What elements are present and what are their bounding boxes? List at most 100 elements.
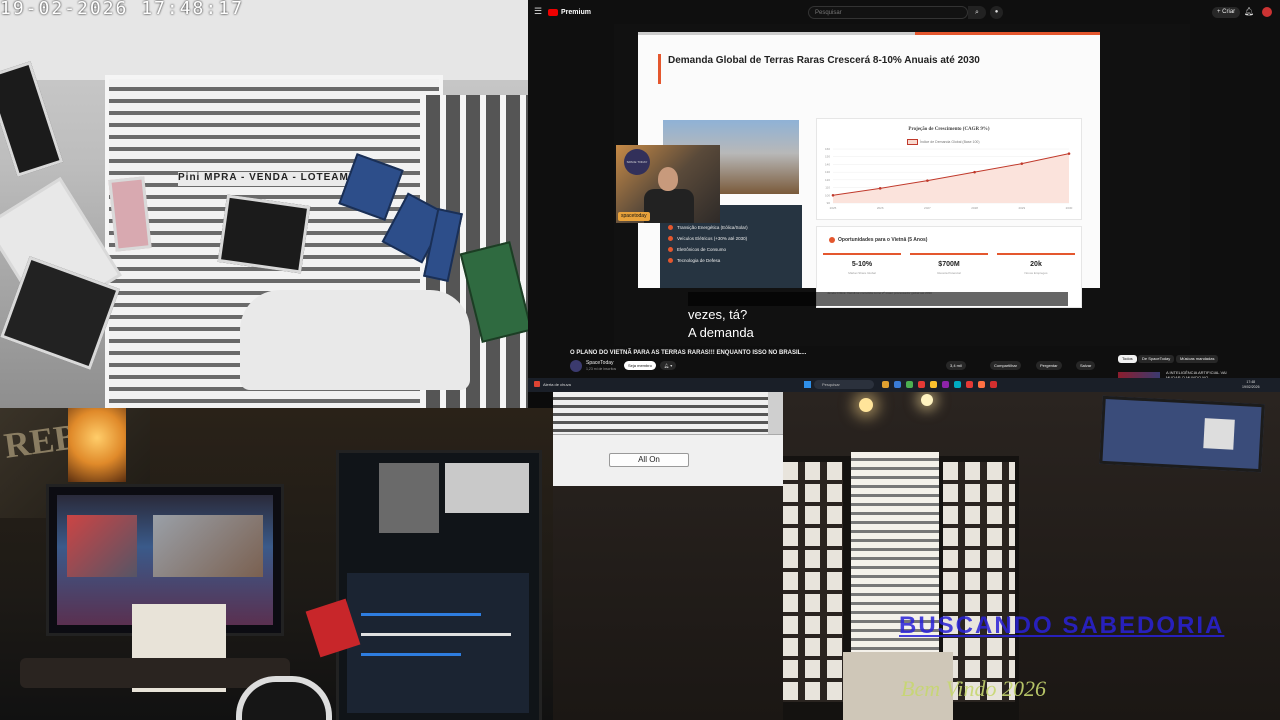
video-title: O PLANO DO VIETNÃ PARA AS TERRAS RARAS!!… [570, 350, 807, 356]
taskbar-app-icon[interactable] [942, 381, 949, 388]
data-point [1020, 162, 1024, 165]
channel-name[interactable]: SpaceToday [586, 360, 614, 366]
driver-text: Veículos Elétricos (+30% até 2030) [677, 236, 748, 241]
subtitles: vezes, tá? A demanda [688, 292, 1068, 342]
list-item: Eletrônicos de Consumo [668, 247, 748, 252]
stat-card: 20k Novos Empregos [997, 253, 1075, 279]
taskbar-app-icon[interactable] [990, 381, 997, 388]
slide-title: Demanda Global de Terras Raras Crescerá … [668, 55, 980, 66]
driver-text: Eletrônicos de Consumo [677, 247, 727, 252]
opportunities-title: Oportunidades para o Vietnã (5 Anos) [829, 237, 927, 243]
taskbar-app-icon[interactable] [918, 381, 925, 388]
ceiling-light [921, 394, 933, 406]
y-tick-label: 150 [825, 155, 830, 159]
bullet-icon [668, 225, 673, 230]
data-point [831, 193, 835, 197]
taskbar-search[interactable]: Pesquisar [814, 380, 874, 389]
windows-start-icon[interactable] [804, 381, 811, 388]
lamp [68, 408, 126, 482]
taskbar-app-icon[interactable] [906, 381, 913, 388]
greeting-text: Bem Vindo 2026 [901, 676, 1047, 701]
stat-label: Novos Empregos [1024, 271, 1048, 275]
weather-text: Alerta de chuva [543, 381, 571, 387]
data-point [973, 170, 976, 174]
camera-feed-gate: Pini MPRA - VENDA - LOTEAME 19-02-2026 1… [0, 0, 528, 408]
drivers-list: Transição Energética (Eólica/Solar) Veíc… [668, 225, 748, 269]
save-button[interactable]: Salvar [1076, 361, 1096, 370]
x-tick-label: 2026 [877, 206, 884, 210]
share-button[interactable]: Compartilhar [990, 361, 1021, 370]
x-tick-label: 2025 [830, 206, 837, 210]
play-icon [548, 8, 558, 16]
taskbar-clock[interactable]: 17:48 19/02/2026 [1242, 380, 1260, 389]
screen-window [379, 463, 439, 533]
taskbar-app-icon[interactable] [954, 381, 961, 388]
stat-label: Market Share Global [848, 271, 876, 275]
chart-plot: 160 150 140 130 120 110 100 902025 2026 2027 2028 2… [825, 147, 1073, 210]
taskbar-app-icon[interactable] [978, 381, 985, 388]
y-tick-label: 110 [825, 186, 830, 190]
chip-all[interactable]: Todos [1118, 355, 1137, 363]
logo-text: Premium [561, 8, 591, 16]
x-tick-label: 2027 [924, 206, 931, 210]
ceiling-light [859, 398, 873, 412]
chip-related[interactable]: Músicas mandadas [1176, 355, 1219, 363]
camera-feed-desk: REB [0, 408, 553, 720]
x-tick-label: 2030 [1066, 206, 1073, 210]
chip-channel[interactable]: De SpaceToday [1138, 355, 1175, 363]
create-button[interactable]: + Criar [1212, 7, 1241, 18]
y-tick-label: 130 [825, 170, 830, 174]
join-button[interactable]: Seja membro [624, 361, 656, 370]
y-tick-label: 160 [825, 147, 830, 151]
scrollbar[interactable] [768, 392, 783, 434]
taskbar-app-icon[interactable] [894, 381, 901, 388]
subscription-bell-button[interactable]: 🔔︎ ▾ [660, 361, 677, 370]
y-tick-label: 120 [825, 178, 830, 182]
channel-avatar[interactable] [570, 360, 582, 372]
dialog-preview [553, 392, 768, 434]
browser-window: ☰ Premium Pesquisar ⌕ ● + Criar 🔔︎ Deman… [528, 0, 1280, 392]
watermark-text: BUSCANDO SABEDORIA [899, 612, 1225, 639]
screen-video-right [153, 515, 263, 577]
screen-window [347, 573, 529, 713]
handle-tag: spacetoday [618, 212, 650, 221]
search-icon[interactable]: ⌕ [968, 6, 986, 19]
taskbar-app-icon[interactable] [930, 381, 937, 388]
taskbar-app-icon[interactable] [966, 381, 973, 388]
y-tick-label: 90 [827, 201, 831, 205]
list-item: Veículos Elétricos (+30% até 2030) [668, 236, 748, 241]
search-input[interactable]: Pesquisar [808, 6, 968, 19]
stat-label: Receita Potencial [937, 271, 961, 275]
mic-icon[interactable]: ● [990, 6, 1003, 19]
menu-icon[interactable]: ☰ [534, 6, 542, 17]
stat-value: $700M [938, 261, 960, 268]
subtitle-backdrop [688, 292, 1068, 306]
glass-block-wall [783, 462, 843, 702]
x-tick-label: 2029 [1018, 206, 1025, 210]
opportunities-title-text: Oportunidades para o Vietnã (5 Anos) [838, 237, 928, 243]
keyboard [20, 658, 290, 688]
subscriber-count: 1,23 mi de inscritos [586, 367, 617, 371]
windows-taskbar: Alerta de chuva Pesquisar 17:48 19/02/202… [528, 378, 1280, 392]
stat-value: 20k [1030, 261, 1042, 268]
alert-icon [534, 381, 540, 387]
data-point [878, 187, 882, 190]
glass-block-wall [943, 462, 1015, 702]
clock-date: 19/02/2026 [1242, 384, 1260, 389]
avatar[interactable] [1262, 7, 1272, 17]
subtitle-line: A demanda [688, 325, 754, 340]
bell-icon[interactable]: 🔔︎ [1244, 7, 1254, 16]
list-item: Tecnologia de Defesa [668, 258, 748, 263]
stat-card: 5-10% Market Share Global [823, 253, 901, 279]
taskbar-app-icon[interactable] [882, 381, 889, 388]
wall-tv [1099, 395, 1265, 473]
control-dialog: All On [553, 392, 783, 486]
ask-button[interactable]: Pergentar [1036, 361, 1062, 370]
youtube-logo[interactable]: Premium [548, 8, 591, 16]
like-button[interactable]: 3,4 mil [946, 361, 966, 370]
presenter-webcam: SPACE TODAY spacetoday [616, 145, 720, 223]
all-on-button[interactable]: All On [609, 453, 689, 467]
weather-widget[interactable]: Alerta de chuva [534, 381, 571, 387]
driver-text: Tecnologia de Defesa [677, 258, 721, 263]
store-sign: Pini MPRA - VENDA - LOTEAME [178, 172, 368, 186]
